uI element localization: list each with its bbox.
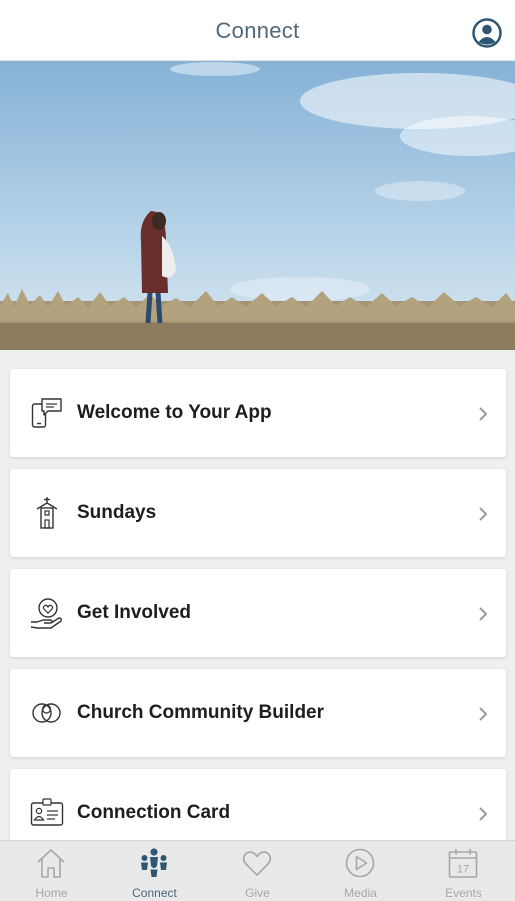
tab-media[interactable]: Media bbox=[309, 841, 412, 901]
hero-image bbox=[0, 61, 515, 350]
menu-item-church-community-builder[interactable]: Church Community Builder bbox=[10, 669, 506, 757]
menu-item-label: Sundays bbox=[77, 502, 157, 523]
hero-scene bbox=[0, 62, 515, 350]
top-bar: Connect bbox=[0, 0, 515, 61]
heart-icon bbox=[242, 851, 272, 876]
chat-phone-icon bbox=[31, 398, 62, 428]
tab-bar: Home Connect Give Media 17 Events bbox=[0, 840, 515, 901]
tab-label: Give bbox=[245, 886, 270, 900]
menu-item-connection-card[interactable]: Connection Card bbox=[10, 769, 506, 840]
menu-item-label: Get Involved bbox=[77, 602, 192, 623]
chevron-right-icon bbox=[479, 807, 488, 821]
menu-item-sundays[interactable]: Sundays bbox=[10, 469, 506, 557]
tab-label: Media bbox=[344, 886, 377, 900]
menu-list: Welcome to Your App Sundays Get Involved bbox=[0, 350, 515, 840]
menu-item-get-involved[interactable]: Get Involved bbox=[10, 569, 506, 657]
tab-give[interactable]: Give bbox=[206, 841, 309, 901]
chevron-right-icon bbox=[479, 507, 488, 521]
id-card-icon bbox=[30, 798, 64, 826]
menu-item-label: Connection Card bbox=[77, 802, 231, 823]
hand-heart-icon bbox=[30, 598, 62, 629]
people-icon bbox=[141, 848, 167, 877]
tab-events[interactable]: 17 Events bbox=[412, 841, 515, 901]
tab-label: Events bbox=[445, 886, 482, 900]
rings-icon bbox=[32, 703, 61, 723]
home-icon bbox=[37, 849, 65, 878]
play-icon bbox=[345, 848, 375, 878]
tab-home[interactable]: Home bbox=[0, 841, 103, 901]
church-icon bbox=[36, 497, 58, 529]
calendar-icon: 17 bbox=[448, 849, 478, 878]
tab-connect[interactable]: Connect bbox=[103, 841, 206, 901]
menu-item-label: Church Community Builder bbox=[77, 702, 325, 723]
chevron-right-icon bbox=[479, 707, 488, 721]
tab-label: Connect bbox=[132, 886, 177, 900]
tab-label: Home bbox=[35, 886, 68, 900]
profile-icon[interactable] bbox=[472, 18, 502, 48]
calendar-day: 17 bbox=[457, 864, 469, 876]
menu-item-label: Welcome to Your App bbox=[77, 402, 272, 423]
menu-item-welcome[interactable]: Welcome to Your App bbox=[10, 369, 506, 457]
page-title: Connect bbox=[215, 18, 300, 43]
chevron-right-icon bbox=[479, 607, 488, 621]
chevron-right-icon bbox=[479, 407, 488, 421]
